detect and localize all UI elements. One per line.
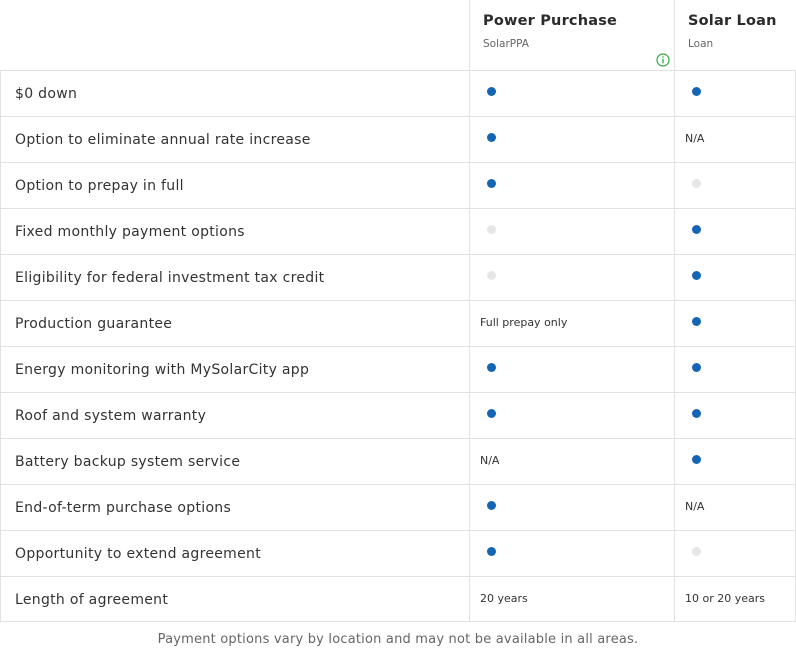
available-dot-icon [487,409,496,418]
loan-cell [674,393,796,438]
loan-cell: N/A [674,117,796,162]
ppa-cell: N/A [469,439,675,484]
feature-cell: End-of-term purchase options [0,485,469,530]
table-row: Opportunity to extend agreement [0,530,796,576]
feature-label: Fixed monthly payment options [15,224,245,240]
feature-label: Option to prepay in full [15,178,184,194]
available-dot-icon [487,501,496,510]
available-dot-icon [692,409,701,418]
footnote: Payment options vary by location and may… [157,632,639,647]
table-row: Option to prepay in full [0,162,796,208]
available-dot-icon [487,179,496,188]
available-dot-icon [487,87,496,96]
value-text: 10 or 20 years [685,592,766,605]
available-dot-icon [692,225,701,234]
available-dot-icon [692,271,701,280]
table-row: Roof and system warranty [0,392,796,438]
feature-label: Energy monitoring with MySolarCity app [15,362,310,378]
plan-title: Power Purchase [483,13,618,29]
feature-label: End-of-term purchase options [15,500,232,516]
feature-label: Eligibility for federal investment tax c… [15,270,325,286]
loan-cell: 10 or 20 years [674,577,796,622]
feature-cell: $0 down [0,71,469,116]
feature-label: $0 down [15,86,78,102]
unavailable-dot-icon [692,547,701,556]
feature-cell: Length of agreement [0,577,469,622]
comparison-table: Power Purchase SolarPPA Solar Loan Loan [0,0,796,71]
table-row: Production guarantee Full prepay only [0,300,796,346]
table-row: Eligibility for federal investment tax c… [0,254,796,300]
available-dot-icon [487,133,496,142]
feature-cell: Production guarantee [0,301,469,346]
value-text: N/A [480,454,500,467]
available-dot-icon [692,363,701,372]
table-row: Energy monitoring with MySolarCity app [0,346,796,392]
feature-cell: Option to eliminate annual rate increase [0,117,469,162]
available-dot-icon [692,317,701,326]
plan-header-solar-loan: Solar Loan Loan [674,0,796,70]
table-row: Fixed monthly payment options [0,208,796,254]
loan-cell [674,531,796,576]
feature-cell: Energy monitoring with MySolarCity app [0,347,469,392]
feature-label: Roof and system warranty [15,408,207,424]
loan-cell [674,439,796,484]
plan-subtitle: Loan [688,38,714,50]
ppa-cell [469,117,675,162]
loan-cell [674,255,796,300]
loan-cell [674,163,796,208]
feature-label: Opportunity to extend agreement [15,546,261,562]
info-icon[interactable] [656,52,670,67]
available-dot-icon [487,547,496,556]
feature-cell: Battery backup system service [0,439,469,484]
table-header: Power Purchase SolarPPA Solar Loan Loan [0,0,796,71]
loan-cell [674,71,796,116]
unavailable-dot-icon [487,225,496,234]
ppa-cell [469,531,675,576]
feature-label: Length of agreement [15,592,169,608]
table-row: Option to eliminate annual rate increase… [0,116,796,162]
ppa-cell: 20 years [469,577,675,622]
plan-title: Solar Loan [688,13,777,29]
loan-cell [674,347,796,392]
plan-header-power-purchase: Power Purchase SolarPPA [469,0,675,70]
value-text: N/A [685,132,705,145]
available-dot-icon [692,87,701,96]
feature-cell: Fixed monthly payment options [0,209,469,254]
ppa-cell [469,393,675,438]
value-text: 20 years [480,592,528,605]
value-text: N/A [685,500,705,513]
ppa-cell: Full prepay only [469,301,675,346]
unavailable-dot-icon [487,271,496,280]
ppa-cell [469,71,675,116]
feature-label: Option to eliminate annual rate increase [15,132,311,148]
feature-cell: Roof and system warranty [0,393,469,438]
ppa-cell [469,347,675,392]
feature-cell: Eligibility for federal investment tax c… [0,255,469,300]
loan-cell [674,209,796,254]
ppa-cell [469,163,675,208]
feature-label: Battery backup system service [15,454,241,470]
available-dot-icon [692,455,701,464]
loan-cell [674,301,796,346]
table-row: $0 down [0,70,796,116]
ppa-cell [469,255,675,300]
table-row: Length of agreement 20 years 10 or 20 year… [0,576,796,622]
value-text: Full prepay only [480,316,568,329]
table-row: Battery backup system service N/A [0,438,796,484]
table-row: End-of-term purchase options N/A [0,484,796,530]
ppa-cell [469,209,675,254]
unavailable-dot-icon [692,179,701,188]
ppa-cell [469,485,675,530]
feature-cell: Opportunity to extend agreement [0,531,469,576]
loan-cell: N/A [674,485,796,530]
feature-label: Production guarantee [15,316,173,332]
feature-cell: Option to prepay in full [0,163,469,208]
available-dot-icon [487,363,496,372]
plan-subtitle: SolarPPA [483,38,529,50]
